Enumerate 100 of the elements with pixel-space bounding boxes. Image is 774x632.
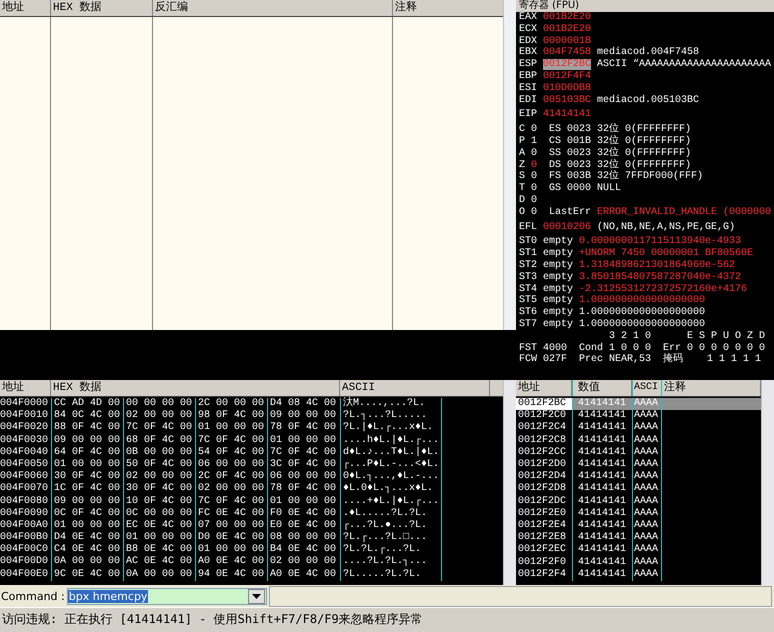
hex-bytes: B4 0E 4C 00 — [267, 544, 339, 556]
hex-bytes: 02 00 00 00 — [123, 410, 195, 422]
hex-bytes: 0A 00 00 00 — [123, 568, 195, 581]
hex-bytes: A0 0E 4C 00 — [195, 556, 267, 569]
address-cell-text: 004F00E0 — [0, 568, 50, 581]
hex-bytes: 7C 0F 4C 00 — [195, 434, 267, 447]
ascii-cell: ....?L.?L.┐... — [340, 556, 442, 569]
stack-row[interactable]: 0012F2E8 41414141 AAAA — [516, 532, 761, 544]
hex-bytes: 94 0E 4C 00 — [195, 568, 267, 581]
hex-bytes: 30 0F 4C 00 — [51, 471, 123, 484]
register-text: C 0 ES 0023 32位 0(FFFFFFFF) — [519, 124, 692, 136]
dropdown-button[interactable] — [248, 588, 265, 604]
hex-bytes: 7C 0F 4C 00 — [267, 446, 339, 459]
address-cell-text: 004F0020 — [0, 422, 50, 435]
register-text: 41414141 — [543, 109, 592, 120]
ascii-cell: .♦L.....?L.?L. — [340, 508, 442, 520]
hex-bytes: 0A 00 00 00 — [51, 556, 123, 569]
hex-bytes: 7C 0F 4C 00 — [123, 422, 195, 435]
stack-row[interactable]: 0012F2CC 41414141 AAAA — [516, 446, 761, 460]
column-header[interactable]: 反汇编 — [153, 0, 393, 16]
caret-icon — [252, 594, 261, 598]
register-text: mediacod.004F7458 — [596, 47, 700, 58]
hex-bytes: 02 00 00 00 — [195, 483, 267, 496]
hex-bytes: 10 0F 4C 00 — [123, 496, 195, 508]
hex-bytes: 01 00 00 00 — [51, 458, 123, 472]
address-cell-text: 004F0050 — [0, 458, 50, 471]
column-header[interactable]: HEX 数据 — [51, 0, 153, 16]
register-text: D 0 — [519, 194, 538, 206]
register-text: DS 0023 32位 0(FFFFFFFF) — [548, 160, 692, 171]
column-header[interactable]: 地址 — [516, 380, 572, 396]
register-text: ST3 empty — [519, 272, 574, 283]
scrollbar[interactable] — [503, 0, 516, 330]
hex-bytes: 07 00 00 00 — [195, 520, 267, 532]
column-header[interactable]: 数值 — [572, 380, 632, 396]
hex-bytes: 2C 00 00 00 — [195, 398, 267, 410]
register-text: ST4 empty — [519, 284, 574, 295]
ascii-cell: ....h♦L.|♦L.┌... — [340, 434, 442, 447]
register-text: -2.3125531272372572160e+4176 — [579, 284, 748, 295]
ascii-cell: ?L.?L.┌...?L. — [340, 544, 442, 556]
stack-row[interactable]: 0012F2F0 41414141 AAAA — [516, 556, 761, 569]
stack-row[interactable]: 0012F2BC 41414141 AAAA — [516, 398, 761, 410]
scrollbar[interactable] — [761, 380, 774, 585]
register-text: 0012F4F4 — [543, 70, 592, 82]
register-text: EDX — [519, 36, 538, 47]
register-text: ST6 empty 1.0000000000000000000 — [519, 307, 706, 318]
hex-bytes: 54 0F 4C 00 — [195, 446, 267, 459]
hex-bytes: 06 00 00 00 — [195, 458, 267, 472]
register-text: ECX — [519, 24, 538, 35]
column-header[interactable]: HEX 数据 — [51, 380, 340, 396]
hex-bytes: 2C 0F 4C 00 — [195, 471, 267, 484]
hex-bytes: 02 00 00 00 — [123, 471, 195, 484]
register-text: 0.0000000117115113940e-4933 — [579, 236, 742, 248]
register-text: Z — [519, 160, 526, 171]
stack-row[interactable]: 0012F2F4 41414141 AAAA — [516, 568, 761, 582]
stack-row[interactable]: 0012F2E0 41414141 AAAA — [516, 508, 761, 520]
register-text: ST7 empty 1.0000000000000000000 — [519, 318, 706, 330]
hex-bytes: CC AD 4D 00 — [51, 398, 123, 410]
input-field[interactable] — [268, 586, 772, 606]
stack-row[interactable]: 0012F2EC 41414141 AAAA — [516, 544, 761, 557]
ascii-cell: ....+♦L.|♦L.┌... — [340, 496, 442, 508]
stack-row[interactable]: 0012F2DC 41414141 AAAA — [516, 496, 761, 508]
command-combo[interactable]: bpx hmemcpy — [66, 588, 267, 604]
hex-bytes: 68 0F 4C 00 — [123, 434, 195, 447]
stack-row[interactable]: 0012F2D0 41414141 AAAA — [516, 459, 761, 472]
stack-row[interactable]: 0012F2C0 41414141 AAAA — [516, 410, 761, 422]
ascii-cell: ?L.┌...?L.□... — [340, 532, 442, 544]
register-text: ERROR_INVALID_HANDLE (0000000 — [597, 206, 772, 218]
address-cell-text: 004F00C0 — [0, 544, 50, 556]
stack-row[interactable]: 0012F2C8 41414141 AAAA — [516, 434, 761, 447]
hex-bytes: C4 0E 4C 00 — [51, 544, 123, 556]
hex-bytes: 64 0F 4C 00 — [51, 446, 123, 459]
register-text: EIP — [519, 109, 538, 120]
register-text: T 0 GS 0000 NULL — [519, 183, 622, 194]
register-text: EDI — [519, 94, 538, 106]
register-text: 0 — [531, 160, 538, 171]
column-header[interactable]: ASCII — [340, 380, 490, 396]
column-header[interactable]: 地址 — [0, 0, 51, 16]
scrollbar[interactable] — [503, 380, 516, 585]
stack-row[interactable]: 0012F2C4 41414141 AAAA — [516, 422, 761, 435]
register-text: 010D0DB8 — [543, 82, 592, 94]
address-cell-text: 004F0070 — [0, 483, 50, 496]
address-cell-text: 004F00B0 — [0, 532, 50, 544]
register-text: 1.0000000000000000000 — [579, 295, 706, 306]
column-header[interactable]: 注释 — [393, 0, 503, 16]
hex-bytes: 1C 0F 4C 00 — [51, 483, 123, 496]
register-text: 005103BC — [543, 94, 592, 106]
register-text: S 0 FS 003B 32位 7FFDF000(FFF) — [519, 171, 704, 182]
stack-row[interactable]: 0012F2E4 41414141 AAAA — [516, 520, 761, 532]
ascii-cell: ♦L.0♦L.┐...x♦L. — [340, 483, 442, 496]
hex-bytes: 84 0C 4C 00 — [51, 410, 123, 422]
hex-bytes: B8 0E 4C 00 — [123, 544, 195, 556]
address-cell-text: 004F0010 — [0, 410, 50, 422]
hex-bytes: 01 00 00 00 — [267, 434, 339, 447]
column-header[interactable]: 地址 — [0, 380, 51, 396]
stack-row[interactable]: 0012F2D8 41414141 AAAA — [516, 483, 761, 496]
hex-bytes: FC 0E 4C 00 — [195, 508, 267, 520]
register-text: +UNORM 7450 00000001 BF80560E — [579, 248, 754, 260]
address-cell-text: 004F00D0 — [0, 556, 50, 569]
stack-row[interactable]: 0012F2D4 41414141 AAAA — [516, 471, 761, 484]
column-header[interactable]: ASCI — [632, 380, 662, 396]
